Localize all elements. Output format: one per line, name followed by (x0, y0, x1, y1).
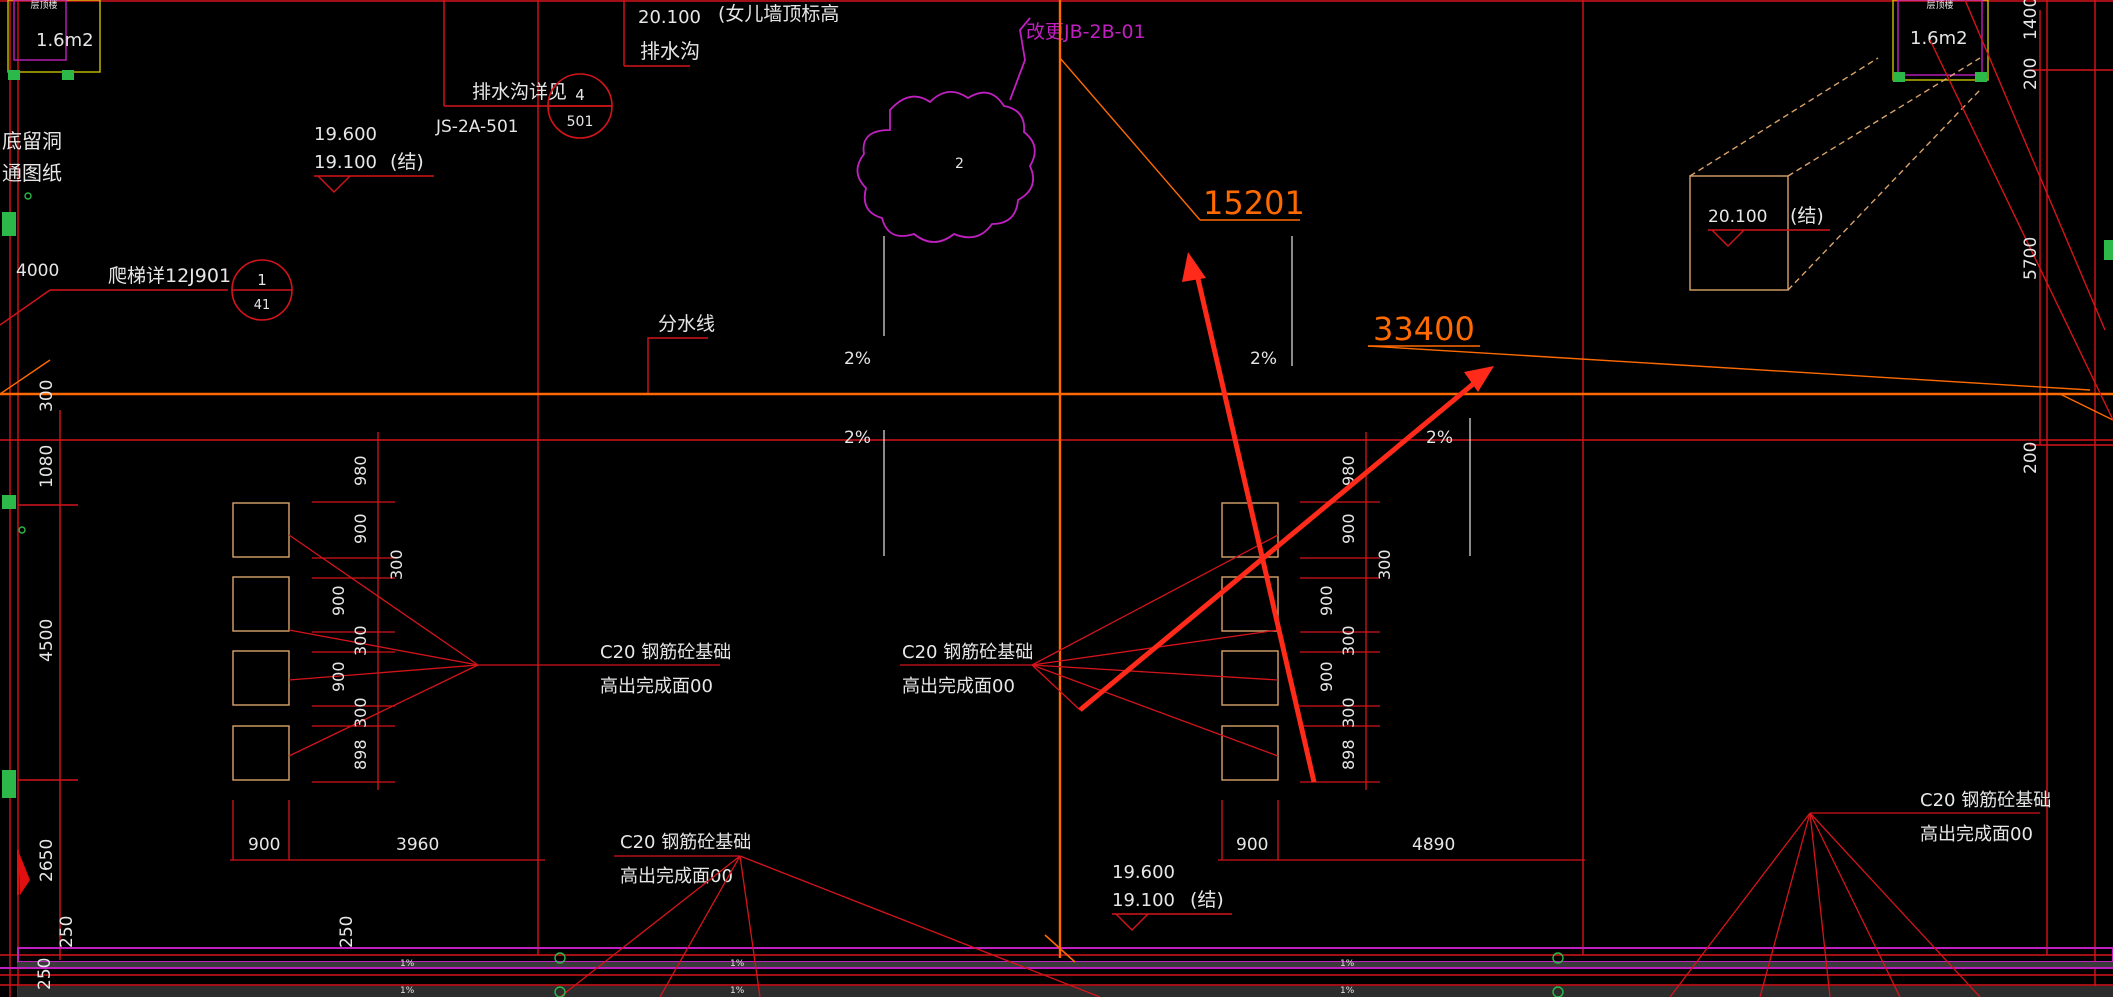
d-900-r1: 900 (1339, 513, 1358, 544)
dim-4500: 4500 (37, 619, 57, 662)
c20-label-3[interactable]: C20 钢筋砼基础 高出完成面00 (559, 832, 1101, 997)
dim-1080: 1080 (37, 445, 57, 488)
d-300-r3: 300 (1339, 697, 1358, 728)
elev-19600-a: 19.600 (314, 124, 377, 145)
c20-label-1[interactable]: C20 钢筋砼基础 高出完成面00 (600, 642, 731, 697)
pct-b: 1% (730, 959, 745, 969)
d-898-r: 898 (1339, 739, 1358, 770)
ladder-callout-top: 1 (257, 271, 267, 289)
d-300-r2: 300 (1339, 625, 1358, 656)
elev-19100-b: 19.100 (1112, 890, 1175, 911)
dim-300-l: 300 (37, 380, 57, 412)
jie-c: (结) (1190, 889, 1224, 911)
slope-indicators[interactable] (883, 236, 1471, 556)
elev-19100-a: 19.100 (314, 152, 377, 173)
hatch-label-left: 层顶楼 (30, 0, 57, 11)
d-300-l2: 300 (351, 625, 370, 656)
d-900-r2: 900 (1317, 585, 1336, 616)
hatch-label-right: 层顶楼 (1926, 0, 1953, 11)
d-980-l: 980 (351, 455, 370, 486)
ladder-note: 爬梯详12J901 (108, 265, 231, 287)
dim-4000: 4000 (16, 261, 59, 281)
equipment-box-top-right[interactable] (1689, 57, 1981, 291)
d-900-l2: 900 (329, 585, 348, 616)
drain-ditch-block[interactable]: 20.100 (女儿墙顶标高 排水沟 (623, 0, 839, 67)
d-900-l1: 900 (351, 513, 370, 544)
dim-3960: 3960 (396, 835, 439, 855)
measure-33400: 33400 (1373, 310, 1475, 348)
elevation-marker-b[interactable]: 19.600 19.100 (结) (1112, 862, 1232, 931)
reserve-hole-text-1: 底留洞 (2, 129, 62, 153)
pct-e: 1% (730, 986, 745, 996)
measure-15201: 15201 (1203, 184, 1305, 222)
slope-1: 2% (844, 349, 871, 369)
slope-2: 2% (1250, 349, 1277, 369)
pct-f: 1% (1340, 986, 1355, 996)
dim-900-br: 900 (1236, 835, 1268, 855)
c20-label-2[interactable]: C20 钢筋砼基础 高出完成面00 (902, 642, 1033, 697)
dim-900-bl: 900 (248, 835, 280, 855)
room-area-right: 1.6m2 (1910, 28, 1968, 49)
left-red-flag (17, 850, 30, 895)
jie-b: (结) (1790, 205, 1824, 227)
room-area-left: 1.6m2 (36, 30, 94, 51)
dim-2650: 2650 (37, 839, 57, 882)
drain-detail-callout[interactable]: 排水沟详见 JS-2A-501 4 501 (435, 0, 613, 139)
d-300-l3: 300 (351, 697, 370, 728)
c20-4-line2: 高出完成面00 (1920, 824, 2033, 845)
slope-4: 2% (1426, 428, 1453, 448)
revision-cloud[interactable]: 2 改更JB-2B-01 (856, 17, 1146, 243)
ridge-line-label[interactable]: 分水线 (647, 313, 715, 394)
pct-d: 1% (400, 986, 415, 996)
ladder-callout-bottom: 41 (254, 298, 271, 313)
drain-ditch-label: 排水沟 (640, 39, 700, 63)
elev-20100-b: 20.100 (1708, 207, 1767, 227)
dim-4890: 4890 (1412, 835, 1455, 855)
change-note: 改更JB-2B-01 (1026, 21, 1146, 43)
pct-c: 1% (1340, 959, 1355, 969)
drain-ref-label: JS-2A-501 (435, 117, 519, 137)
c20-2-line1: C20 钢筋砼基础 (902, 642, 1033, 663)
c20-1-line2: 高出完成面00 (600, 676, 713, 697)
dim-1400: 1400 (2021, 0, 2041, 40)
left-edge-markers (2, 192, 2113, 798)
jie-a: (结) (390, 151, 424, 173)
ladder-callout[interactable]: 4000 爬梯详12J901 1 41 (0, 259, 293, 326)
slope-3: 2% (844, 428, 871, 448)
elevation-20100: 20.100 (638, 7, 701, 28)
c20-2-line2: 高出完成面00 (902, 676, 1015, 697)
reserve-hole-text-2: 通图纸 (2, 161, 62, 185)
dim-200-a: 200 (2021, 58, 2041, 90)
ridge-line-text: 分水线 (658, 313, 715, 335)
dim-5700: 5700 (2021, 237, 2041, 280)
d-300-r1: 300 (1375, 549, 1394, 580)
d-900-r3: 900 (1317, 661, 1336, 692)
top-right-room[interactable]: 层顶楼 1.6m2 (1892, 0, 1989, 82)
pct-a: 1% (400, 959, 415, 969)
d-898-l: 898 (351, 739, 370, 770)
red-annotation-arrow-1 (1182, 252, 1317, 783)
c20-3-line1: C20 钢筋砼基础 (620, 832, 751, 853)
elev-19600-b: 19.600 (1112, 862, 1175, 883)
d-300-l1: 300 (387, 549, 406, 580)
grid-lines (0, 0, 2113, 997)
dim-250-b: 250 (35, 958, 55, 990)
drain-detail-label: 排水沟详见 (472, 81, 567, 103)
top-left-room[interactable]: 层顶楼 1.6m2 (7, 0, 101, 80)
cloud-mark: 2 (955, 156, 964, 172)
elevation-marker-a[interactable]: 19.600 19.100 (结) (314, 124, 434, 193)
c20-4-line1: C20 钢筋砼基础 (1920, 790, 2051, 811)
dim-250-a: 250 (57, 916, 77, 948)
dim-200-b: 200 (2021, 442, 2041, 474)
dim-250-c: 250 (337, 916, 357, 948)
drain-callout-bottom: 501 (567, 114, 594, 130)
c20-3-line2: 高出完成面00 (620, 866, 733, 887)
cad-drawing-canvas[interactable]: 层顶楼 1.6m2 层顶楼 1.6m2 20.100 (女儿墙顶标高 排水沟 排… (0, 0, 2113, 997)
drain-callout-top: 4 (575, 86, 585, 104)
d-900-l3: 900 (329, 661, 348, 692)
c20-1-line1: C20 钢筋砼基础 (600, 642, 731, 663)
parapet-top-note: (女儿墙顶标高 (718, 3, 839, 25)
